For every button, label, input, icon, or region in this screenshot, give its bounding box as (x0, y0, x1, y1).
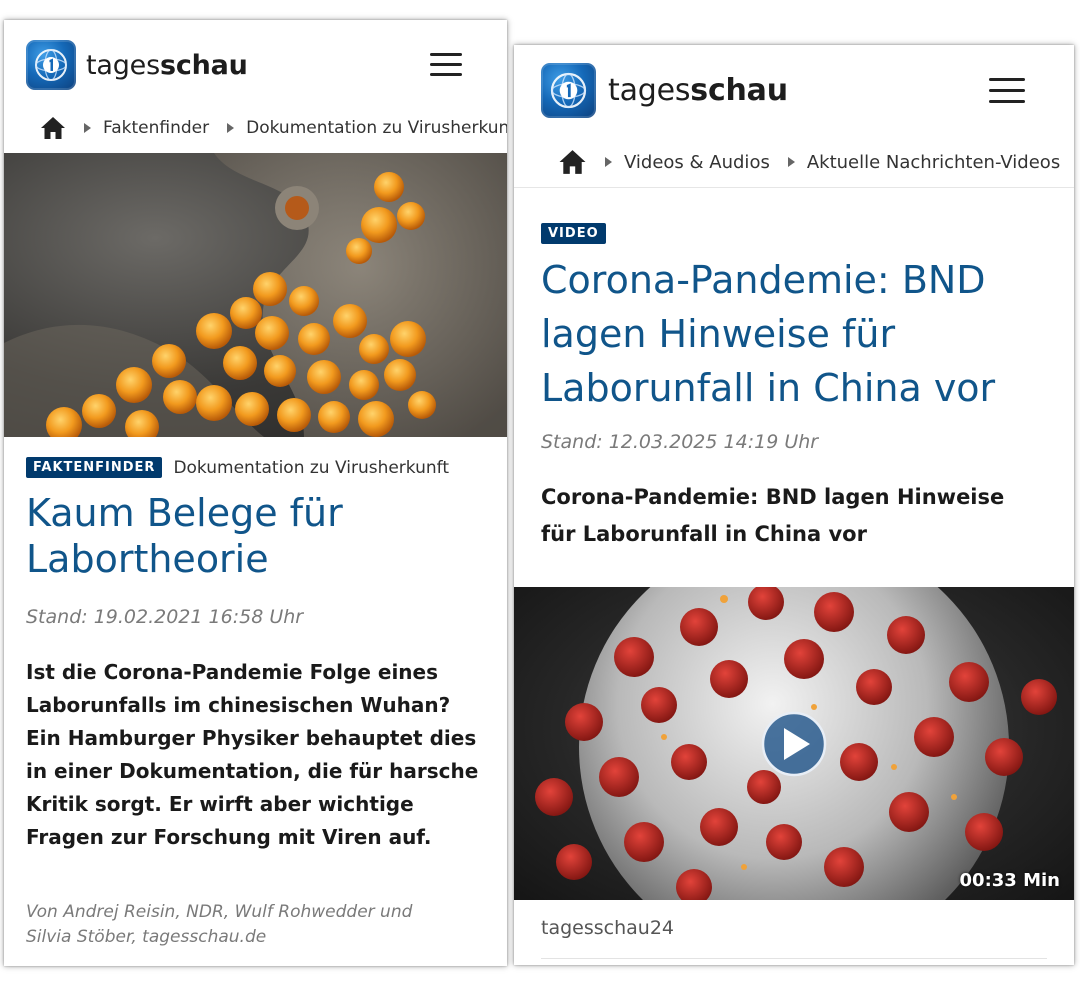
video-player[interactable]: 00:33 Min (514, 587, 1074, 900)
ard-logo-icon (541, 63, 596, 118)
ard-logo-icon (26, 40, 76, 90)
video-source-label: tagesschau24 (541, 917, 674, 939)
right-video-article-screenshot: tagesschau Videos & Audios Aktuelle Nach… (514, 45, 1074, 965)
breadcrumb-item-faktenfinder[interactable]: Faktenfinder (103, 118, 209, 138)
hero-image-virus-particles (4, 153, 507, 437)
logo-wordmark: tagesschau (86, 49, 248, 81)
header-divider (514, 187, 1074, 188)
tagesschau-logo[interactable]: tagesschau (541, 63, 788, 118)
breadcrumb-separator-icon (227, 123, 235, 133)
article-topline: Dokumentation zu Virusherkunft (173, 457, 450, 478)
hamburger-menu-icon[interactable] (989, 78, 1025, 103)
video-timestamp: Stand: 12.03.2025 14:19 Uhr (541, 431, 819, 453)
breadcrumb-separator-icon (84, 123, 91, 133)
breadcrumb-separator-icon (787, 157, 795, 167)
breadcrumb: Faktenfinder Dokumentation zu Virusherku… (40, 116, 507, 140)
breadcrumb-separator-icon (605, 157, 612, 167)
home-icon[interactable] (558, 149, 587, 175)
footer-divider (541, 958, 1047, 959)
breadcrumb-item-videos-audios[interactable]: Videos & Audios (624, 152, 770, 173)
article-headline: Kaum Belege für Labortheorie (26, 491, 343, 581)
hamburger-menu-icon[interactable] (430, 53, 462, 76)
breadcrumb-item-dokumentation[interactable]: Dokumentation zu Virusherkun (246, 118, 507, 138)
category-badge-video: VIDEO (541, 223, 606, 244)
article-teaser: Ist die Corona-Pandemie Folge eines Labo… (26, 660, 479, 849)
video-headline: Corona-Pandemie: BND lagen Hinweise für … (541, 258, 996, 410)
home-icon[interactable] (40, 116, 66, 140)
article-byline: Von Andrej Reisin, NDR, Wulf Rohwedder u… (26, 902, 413, 947)
video-duration-label: 00:33 Min (959, 870, 1060, 891)
logo-wordmark: tagesschau (608, 73, 788, 108)
left-article-screenshot: tagesschau Faktenfinder Dokumentation zu… (4, 20, 507, 966)
article-timestamp: Stand: 19.02.2021 16:58 Uhr (26, 606, 304, 628)
video-teaser: Corona-Pandemie: BND lagen Hinweise für … (541, 485, 1005, 546)
tagesschau-logo[interactable]: tagesschau (26, 40, 248, 90)
coronavirus-thumbnail-image (535, 587, 1057, 900)
breadcrumb: Videos & Audios Aktuelle Nachrichten-Vid… (558, 149, 1074, 175)
category-badge-faktenfinder: FAKTENFINDER (26, 457, 163, 478)
breadcrumb-item-aktuelle-videos[interactable]: Aktuelle Nachrichten-Videos (807, 152, 1060, 173)
